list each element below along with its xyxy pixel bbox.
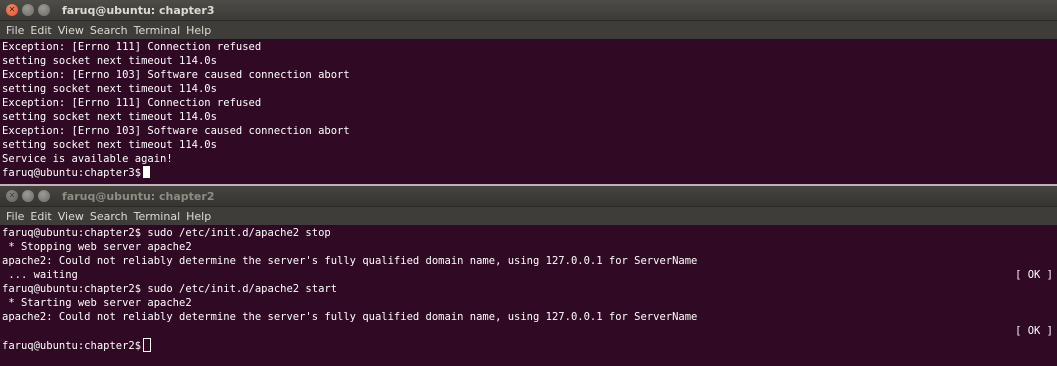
menu-search[interactable]: Search — [87, 210, 131, 223]
terminal-line: setting socket next timeout 114.0s — [2, 83, 217, 95]
menu-bar: File Edit View Search Terminal Help — [0, 21, 1057, 39]
menu-view[interactable]: View — [55, 24, 87, 37]
shell-prompt: faruq@ubuntu:chapter2$ — [2, 340, 142, 352]
terminal-window-chapter2[interactable]: ✕ faruq@ubuntu: chapter2 File Edit View … — [0, 186, 1057, 366]
line-text: apache2: Could not reliably determine th… — [2, 311, 698, 323]
terminal-line: [ OK ] — [2, 324, 1057, 338]
close-icon[interactable]: ✕ — [6, 190, 18, 202]
menu-terminal[interactable]: Terminal — [131, 210, 184, 223]
menu-view[interactable]: View — [55, 210, 87, 223]
text-cursor — [143, 166, 151, 178]
menu-help[interactable]: Help — [183, 210, 214, 223]
window-title: faruq@ubuntu: chapter3 — [62, 3, 215, 17]
terminal-line: * Stopping web server apache2 — [2, 240, 1057, 254]
shell-prompt: faruq@ubuntu:chapter3$ — [2, 167, 142, 179]
terminal-line: * Starting web server apache2 — [2, 296, 1057, 310]
menu-bar: File Edit View Search Terminal Help — [0, 207, 1057, 225]
line-text: faruq@ubuntu:chapter2$ sudo /etc/init.d/… — [2, 227, 331, 239]
terminal-line: setting socket next timeout 114.0s — [2, 139, 217, 151]
maximize-icon[interactable] — [38, 4, 50, 16]
terminal-line: apache2: Could not reliably determine th… — [2, 310, 1057, 324]
status-ok: [ OK ] — [1015, 269, 1053, 281]
terminal-window-chapter3[interactable]: ✕ faruq@ubuntu: chapter3 File Edit View … — [0, 0, 1057, 186]
maximize-icon[interactable] — [38, 190, 50, 202]
menu-edit[interactable]: Edit — [27, 210, 54, 223]
line-text: faruq@ubuntu:chapter2$ sudo /etc/init.d/… — [2, 283, 338, 295]
terminal-line: setting socket next timeout 114.0s — [2, 111, 217, 123]
terminal-line: Exception: [Errno 111] Connection refuse… — [2, 41, 262, 53]
menu-help[interactable]: Help — [183, 24, 214, 37]
terminal-line: Exception: [Errno 103] Software caused c… — [2, 69, 350, 81]
menu-file[interactable]: File — [3, 210, 27, 223]
terminal-line: faruq@ubuntu:chapter2$ sudo /etc/init.d/… — [2, 282, 1057, 296]
status-ok: [ OK ] — [1015, 325, 1053, 337]
window-title: faruq@ubuntu: chapter2 — [62, 189, 215, 203]
line-text: apache2: Could not reliably determine th… — [2, 255, 698, 267]
minimize-icon[interactable] — [22, 190, 34, 202]
terminal-line: faruq@ubuntu:chapter2$ sudo /etc/init.d/… — [2, 226, 1057, 240]
menu-edit[interactable]: Edit — [27, 24, 54, 37]
menu-search[interactable]: Search — [87, 24, 131, 37]
title-bar[interactable]: ✕ faruq@ubuntu: chapter2 — [0, 186, 1057, 207]
terminal-line: Exception: [Errno 111] Connection refuse… — [2, 97, 262, 109]
line-text: * Starting web server apache2 — [2, 297, 192, 309]
title-bar[interactable]: ✕ faruq@ubuntu: chapter3 — [0, 0, 1057, 21]
menu-file[interactable]: File — [3, 24, 27, 37]
terminal-line: Exception: [Errno 103] Software caused c… — [2, 125, 350, 137]
terminal-line: Service is available again! — [2, 153, 173, 165]
terminal-output[interactable]: Exception: [Errno 111] Connection refuse… — [0, 39, 1057, 186]
terminal-output[interactable]: faruq@ubuntu:chapter2$ sudo /etc/init.d/… — [0, 225, 1057, 366]
prompt-line[interactable]: faruq@ubuntu:chapter3$ — [2, 166, 1057, 180]
prompt-line[interactable]: faruq@ubuntu:chapter2$ — [2, 338, 1057, 352]
text-cursor — [143, 338, 152, 352]
menu-terminal[interactable]: Terminal — [131, 24, 184, 37]
terminal-line: apache2: Could not reliably determine th… — [2, 254, 1057, 268]
terminal-line: ... waiting [ OK ] — [2, 268, 1057, 282]
terminal-line: setting socket next timeout 114.0s — [2, 55, 217, 67]
line-text: ... waiting — [2, 269, 78, 281]
minimize-icon[interactable] — [22, 4, 34, 16]
close-icon[interactable]: ✕ — [6, 4, 18, 16]
line-text: * Stopping web server apache2 — [2, 241, 192, 253]
